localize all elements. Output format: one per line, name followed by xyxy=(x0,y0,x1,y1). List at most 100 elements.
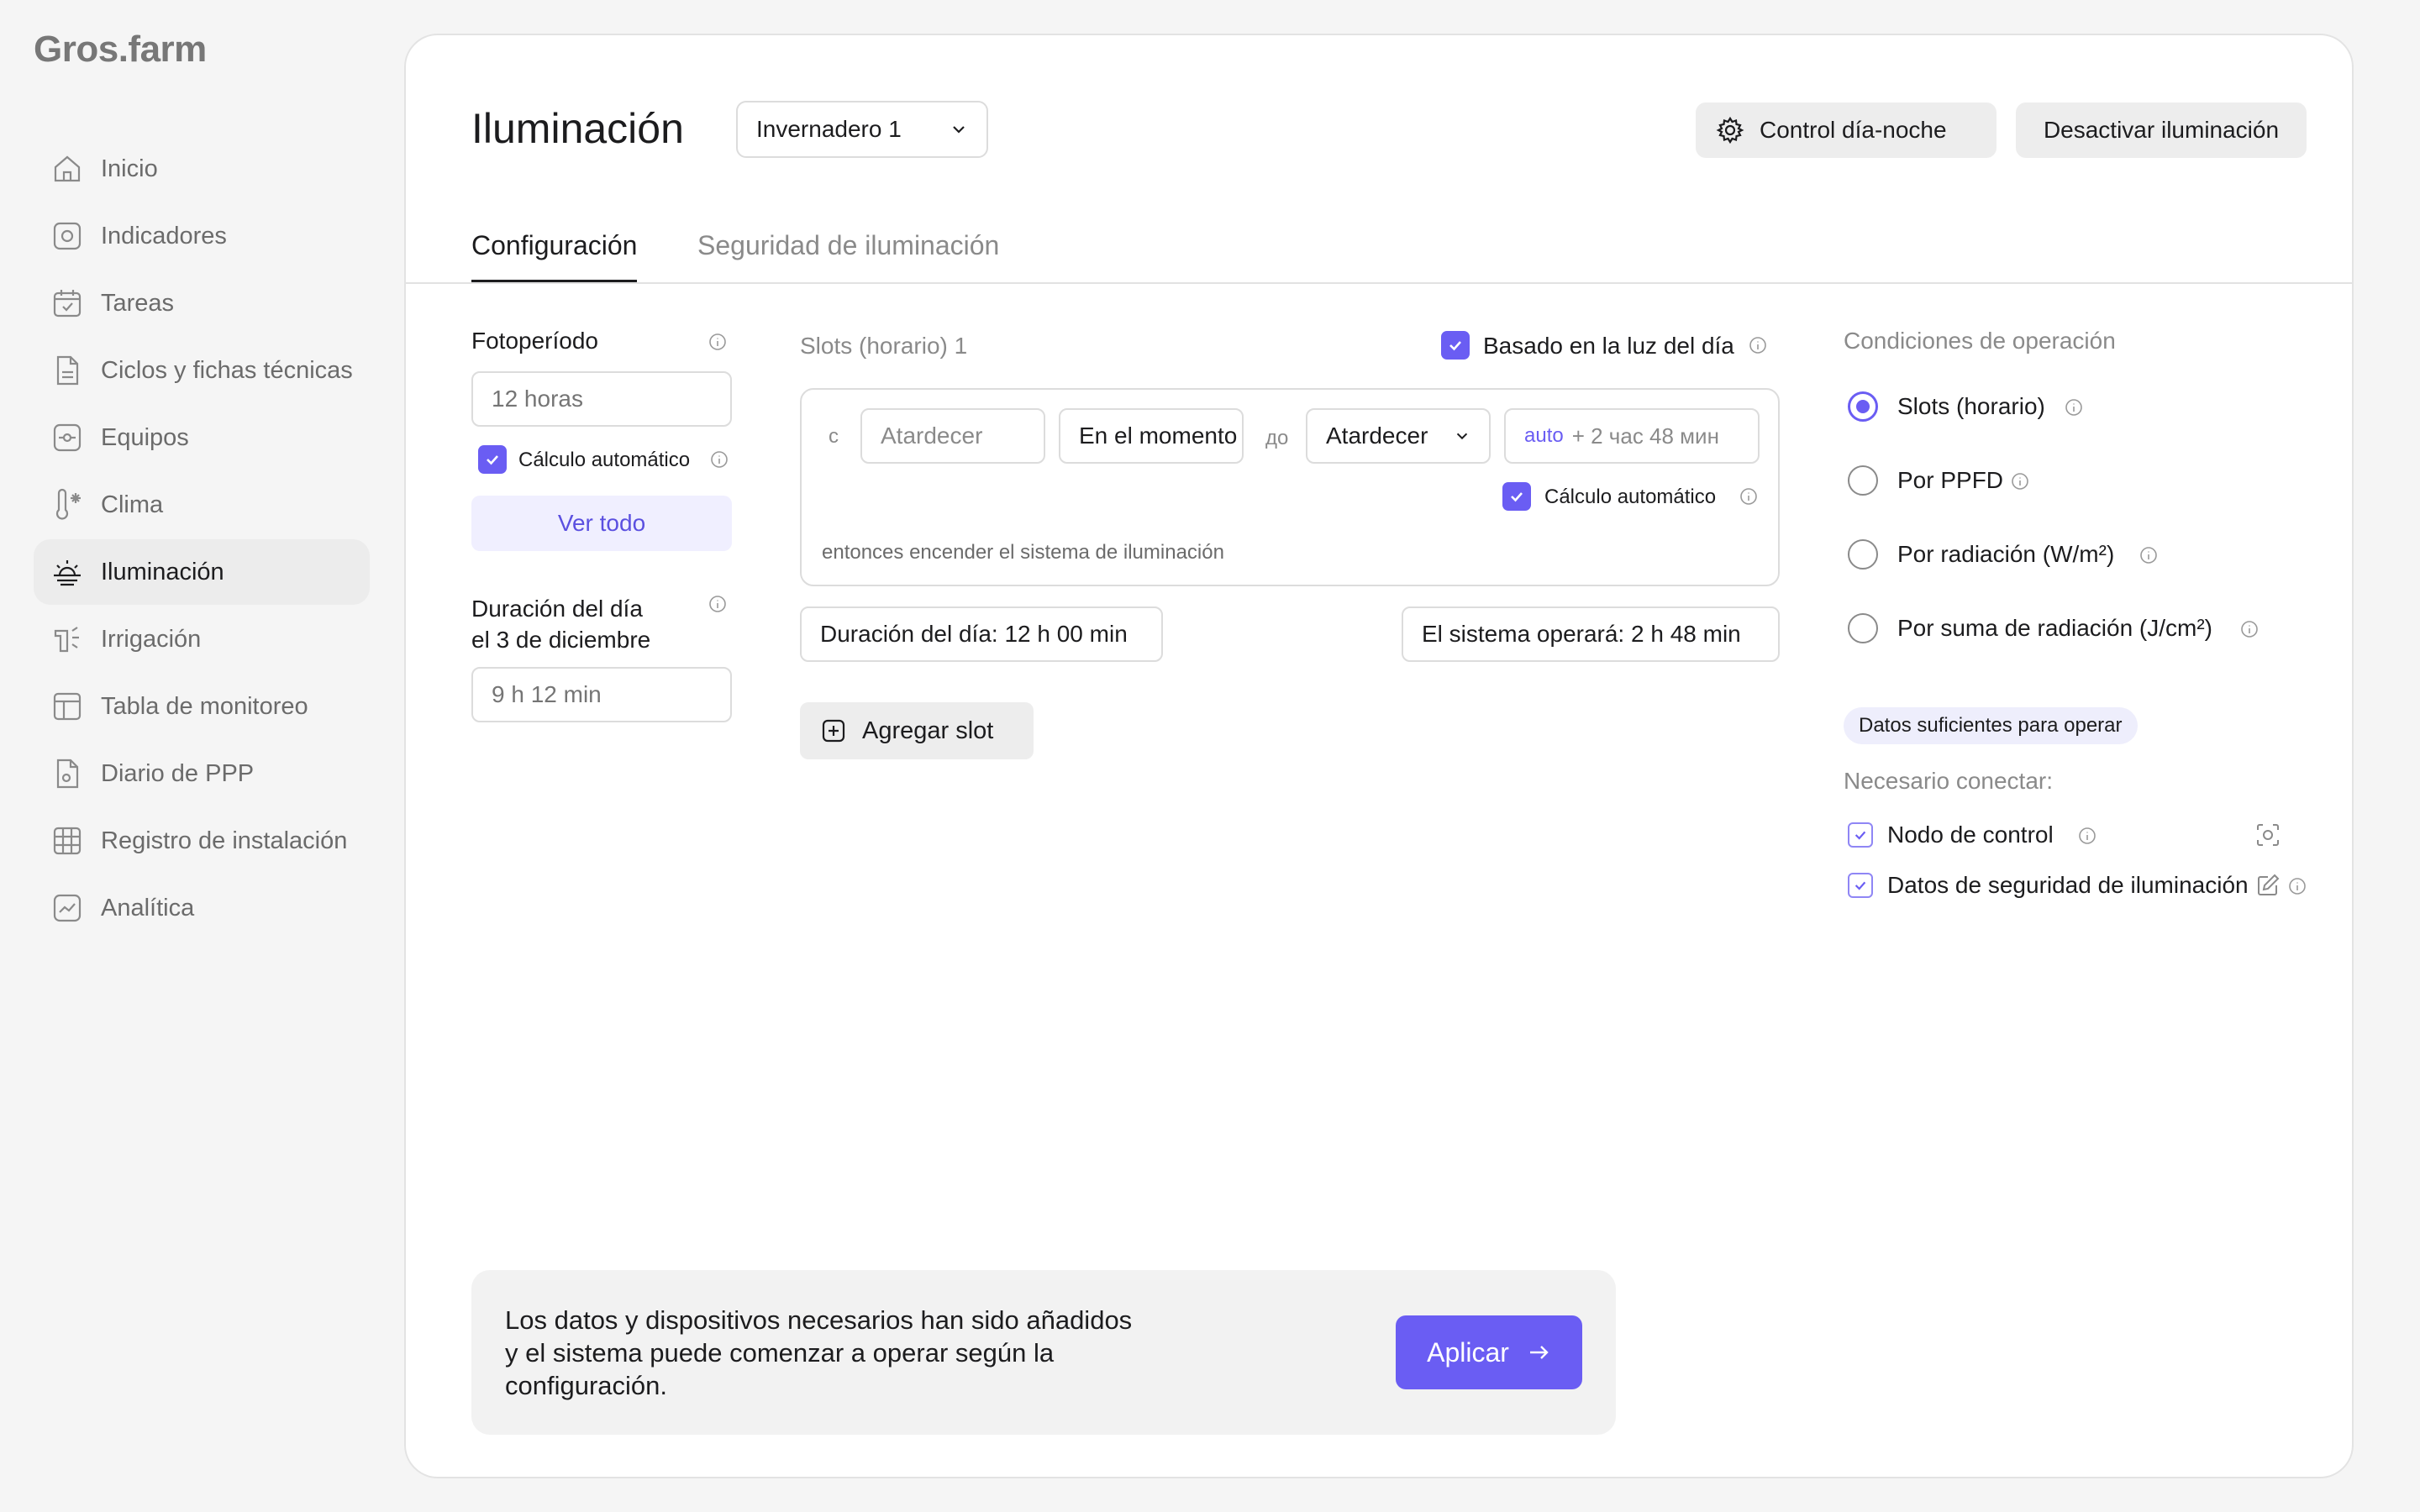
daylight-based-label: Basado en la luz del día xyxy=(1483,333,1734,359)
sidebar-item-tareas[interactable]: Tareas xyxy=(34,270,370,336)
sidebar-item-label: Iluminación xyxy=(101,558,224,585)
app-logo: Gros.farm xyxy=(34,29,207,70)
info-icon[interactable] xyxy=(2139,546,2158,564)
requirement-control-node-checkbox[interactable] xyxy=(1848,822,1873,848)
radio-ppfd-label: Por PPFD xyxy=(1897,467,2004,493)
main-panel: Iluminación Invernadero 1 Control día-no… xyxy=(404,34,2354,1478)
slot-duration-rest: + 2 час 48 мин xyxy=(1571,423,1719,449)
apply-button[interactable]: Aplicar xyxy=(1396,1315,1582,1389)
radio-slots[interactable] xyxy=(1848,391,1878,422)
sidebar-item-tabla[interactable]: Tabla de monitoreo xyxy=(34,674,370,739)
info-icon[interactable] xyxy=(2240,620,2259,638)
radio-radiation-sum[interactable] xyxy=(1848,613,1878,643)
radio-radiation[interactable] xyxy=(1848,539,1878,570)
radio-slots-label: Slots (horario) xyxy=(1897,393,2045,419)
slot-to-value: Atardecer xyxy=(1326,423,1428,449)
info-icon[interactable] xyxy=(2065,398,2083,417)
sidebar-item-clima[interactable]: Clima xyxy=(34,472,370,538)
apply-banner: Los datos y dispositivos necesarios han … xyxy=(471,1270,1616,1435)
need-connect-label: Necesario conectar: xyxy=(1844,768,2054,794)
sidebar-item-equipos[interactable]: Equipos xyxy=(34,405,370,470)
radio-ppfd[interactable] xyxy=(1848,465,1878,496)
tab-seguridad-iluminacion[interactable]: Seguridad de iluminación xyxy=(697,230,999,280)
arrow-right-icon xyxy=(1526,1340,1551,1365)
plus-square-icon xyxy=(820,717,847,744)
photoperiod-label: Fotoperíodo xyxy=(471,328,598,354)
tab-configuracion[interactable]: Configuración xyxy=(471,230,638,282)
day-duration-chip: Duración del día: 12 h 00 min xyxy=(800,606,1163,662)
scan-icon[interactable] xyxy=(2254,822,2281,848)
sprinkler-icon xyxy=(50,622,84,656)
page-title: Iluminación xyxy=(471,105,684,152)
slot-auto-calc-label: Cálculo automático xyxy=(1544,486,1717,508)
slot-moment-select[interactable]: En el momento xyxy=(1059,408,1244,464)
slot-from-select[interactable]: Atardecer xyxy=(860,408,1045,464)
sidebar-item-registro[interactable]: Registro de instalación xyxy=(34,808,370,874)
sidebar-item-label: Analítica xyxy=(101,894,195,921)
info-icon[interactable] xyxy=(1739,487,1758,506)
slots-title: Slots (horario) 1 xyxy=(800,333,968,359)
info-icon[interactable] xyxy=(708,595,727,613)
thermometer-icon xyxy=(50,488,84,522)
document-gear-icon xyxy=(50,757,84,790)
chart-icon xyxy=(50,891,84,925)
indicators-icon xyxy=(50,219,84,253)
sidebar-nav: Inicio Indicadores Tareas Ciclos y ficha… xyxy=(34,136,370,942)
sidebar-item-label: Tabla de monitoreo xyxy=(101,692,308,720)
sidebar-item-label: Tareas xyxy=(101,289,175,317)
gear-icon xyxy=(1716,116,1744,144)
sunrise-icon xyxy=(50,555,84,589)
radio-radiation-sum-label: Por suma de radiación (J/cm²) xyxy=(1897,615,2213,641)
greenhouse-select-value: Invernadero 1 xyxy=(756,116,902,142)
chevron-down-icon xyxy=(950,120,968,139)
sidebar-item-irrigacion[interactable]: Irrigación xyxy=(34,606,370,672)
grid-icon xyxy=(50,824,84,858)
sidebar-item-indicadores[interactable]: Indicadores xyxy=(34,203,370,269)
day-length-label-line1: Duración del día xyxy=(471,596,643,622)
requirement-control-node-label: Nodo de control xyxy=(1887,822,2054,848)
info-icon[interactable] xyxy=(710,450,729,469)
chevron-down-icon xyxy=(1454,428,1470,444)
photoperiod-auto-calc-checkbox[interactable] xyxy=(478,445,507,474)
info-icon[interactable] xyxy=(708,333,727,351)
day-length-label: Duración del día el 3 de diciembre xyxy=(471,593,650,655)
disable-lighting-button[interactable]: Desactivar iluminación xyxy=(2016,102,2307,158)
info-icon[interactable] xyxy=(2288,877,2307,895)
conditions-title: Condiciones de operación xyxy=(1844,328,2116,354)
home-icon xyxy=(50,152,84,186)
sidebar-item-label: Inicio xyxy=(101,155,158,182)
banner-text-line1: Los datos y dispositivos necesarios han … xyxy=(505,1305,1133,1335)
add-slot-button[interactable]: Agregar slot xyxy=(800,702,1034,759)
sidebar-item-analitica[interactable]: Analítica xyxy=(34,875,370,941)
table-icon xyxy=(50,690,84,723)
slot-auto-calc-checkbox[interactable] xyxy=(1502,482,1531,511)
info-icon[interactable] xyxy=(2011,472,2029,491)
sidebar-item-inicio[interactable]: Inicio xyxy=(34,136,370,202)
sidebar-item-label: Ciclos y fichas técnicas xyxy=(101,356,353,384)
sidebar-item-diario[interactable]: Diario de PPP xyxy=(34,741,370,806)
requirement-lighting-safety-checkbox[interactable] xyxy=(1848,873,1873,898)
sidebar-item-ciclos[interactable]: Ciclos y fichas técnicas xyxy=(34,338,370,403)
info-icon[interactable] xyxy=(1749,336,1767,354)
info-icon[interactable] xyxy=(2078,827,2096,845)
day-length-input[interactable] xyxy=(471,667,732,722)
greenhouse-select[interactable]: Invernadero 1 xyxy=(736,101,988,158)
sidebar-item-iluminacion[interactable]: Iluminación xyxy=(34,539,370,605)
edit-icon[interactable] xyxy=(2254,872,2281,899)
system-operates-chip: El sistema operará: 2 h 48 min xyxy=(1402,606,1780,662)
day-night-control-button[interactable]: Control día-noche xyxy=(1696,102,1996,158)
photoperiod-auto-calc-label: Cálculo automático xyxy=(518,449,691,471)
view-all-button[interactable]: Ver todo xyxy=(471,496,732,551)
slot-card: с Atardecer En el momento до Atardecer a… xyxy=(800,388,1780,586)
radio-radiation-label: Por radiación (W/m²) xyxy=(1897,541,2115,567)
sidebar-item-label: Clima xyxy=(101,491,164,518)
day-length-label-line2: el 3 de diciembre xyxy=(471,627,651,653)
photoperiod-input[interactable] xyxy=(471,371,732,427)
apply-label: Aplicar xyxy=(1427,1336,1509,1368)
slot-to-select[interactable]: Atardecer xyxy=(1306,408,1491,464)
calendar-icon xyxy=(50,286,84,320)
slot-duration-field[interactable]: auto + 2 час 48 мин xyxy=(1504,408,1760,464)
day-night-control-label: Control día-noche xyxy=(1760,117,1947,143)
status-badge: Datos suficientes para operar xyxy=(1844,707,2138,744)
daylight-based-checkbox[interactable] xyxy=(1441,331,1470,360)
